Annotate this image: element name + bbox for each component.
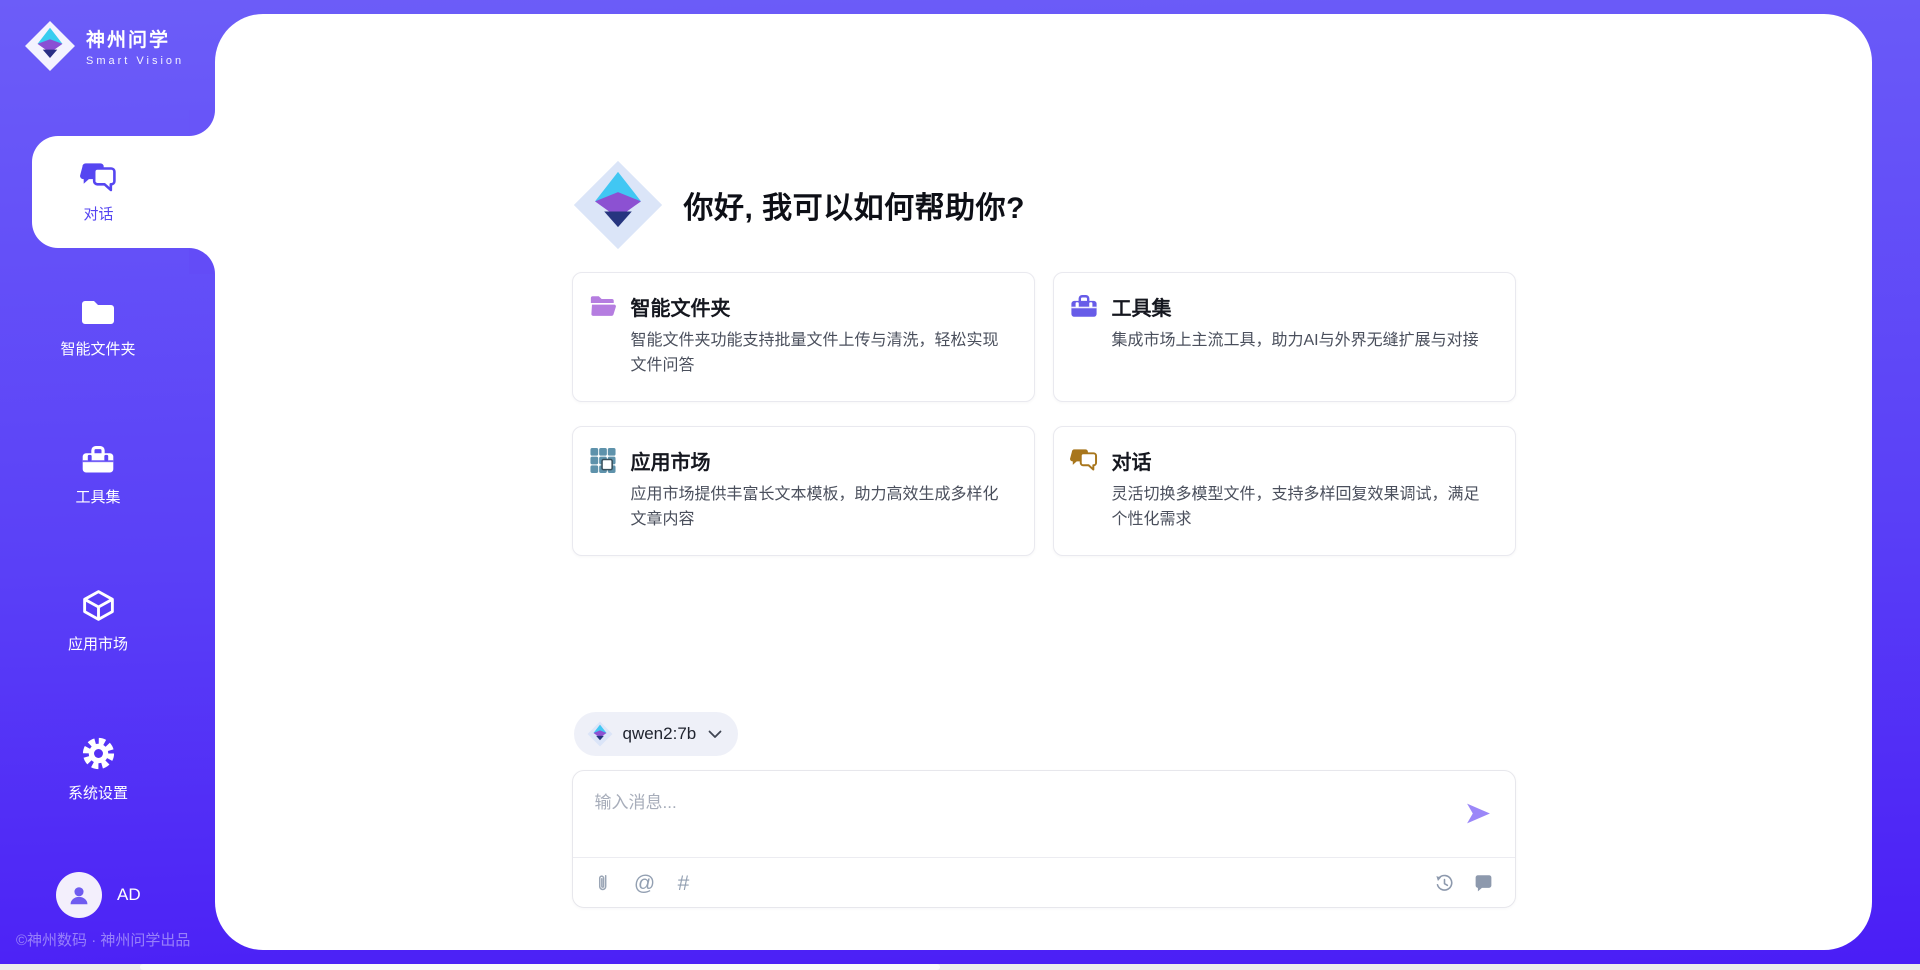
cube-icon bbox=[80, 589, 117, 623]
attachment-button[interactable] bbox=[595, 872, 617, 894]
message-icon bbox=[1473, 873, 1494, 894]
sidebar-item-label: 工具集 bbox=[75, 486, 120, 507]
copyright-text: ©神州数码 · 神州问学出品 bbox=[16, 929, 190, 950]
composer-toolbar: @ # bbox=[595, 858, 1495, 908]
card-smart-folder[interactable]: 智能文件夹 智能文件夹功能支持批量文件上传与清洗，轻松实现文件问答 bbox=[572, 272, 1035, 402]
send-icon bbox=[1465, 800, 1492, 827]
user-account[interactable]: AD bbox=[56, 872, 141, 918]
horizontal-scrollbar[interactable] bbox=[0, 964, 1920, 970]
card-description: 应用市场提供丰富长文本模板，助力高效生成多样化文章内容 bbox=[631, 483, 1012, 533]
hashtag-icon: # bbox=[678, 873, 690, 894]
message-input[interactable] bbox=[595, 788, 1435, 846]
card-chat[interactable]: 对话 灵活切换多模型文件，支持多样回复效果调试，满足个性化需求 bbox=[1053, 426, 1516, 556]
card-app-market[interactable]: 应用市场 应用市场提供丰富长文本模板，助力高效生成多样化文章内容 bbox=[572, 426, 1035, 556]
message-composer: @ # bbox=[572, 770, 1516, 908]
chat-bubbles-icon bbox=[80, 161, 117, 195]
feature-cards: 智能文件夹 智能文件夹功能支持批量文件上传与清洗，轻松实现文件问答 工具集 集成… bbox=[572, 272, 1516, 556]
card-description: 智能文件夹功能支持批量文件上传与清洗，轻松实现文件问答 bbox=[631, 329, 1012, 379]
blob-top-fillet bbox=[189, 110, 215, 136]
hashtag-button[interactable]: # bbox=[673, 872, 695, 894]
mention-button[interactable]: @ bbox=[634, 872, 656, 894]
card-title: 工具集 bbox=[1112, 292, 1172, 321]
model-selector[interactable]: qwen2:7b bbox=[574, 712, 739, 756]
app-name: 神州问学 bbox=[86, 25, 184, 52]
chevron-down-icon bbox=[708, 730, 722, 739]
sidebar-item-toolset[interactable]: 工具集 bbox=[0, 444, 196, 507]
paperclip-icon bbox=[595, 873, 616, 894]
sidebar-item-smart-folder[interactable]: 智能文件夹 bbox=[0, 296, 196, 359]
toolbox-icon bbox=[81, 444, 115, 476]
app-logo: 神州问学 Smart Vision bbox=[24, 20, 184, 72]
folder-icon bbox=[79, 296, 117, 328]
card-title: 对话 bbox=[1112, 446, 1152, 475]
sidebar-item-settings[interactable]: 系统设置 bbox=[0, 735, 196, 803]
scrollbar-thumb[interactable] bbox=[140, 964, 940, 970]
mention-icon: @ bbox=[634, 873, 655, 894]
history-button[interactable] bbox=[1434, 872, 1456, 894]
sidebar-item-label: 智能文件夹 bbox=[60, 338, 135, 359]
sidebar-item-label: 系统设置 bbox=[68, 782, 128, 803]
logo-diamond-icon bbox=[24, 20, 76, 72]
history-icon bbox=[1434, 873, 1455, 894]
logo-diamond-icon bbox=[572, 159, 664, 251]
chat-bubbles-icon bbox=[1070, 447, 1098, 474]
feedback-button[interactable] bbox=[1473, 872, 1495, 894]
card-description: 灵活切换多模型文件，支持多样回复效果调试，满足个性化需求 bbox=[1112, 483, 1493, 533]
toolbox-icon bbox=[1070, 293, 1098, 320]
sidebar-item-label: 对话 bbox=[83, 203, 113, 224]
blob-bottom-fillet bbox=[189, 248, 215, 274]
avatar bbox=[56, 872, 102, 918]
card-toolset[interactable]: 工具集 集成市场上主流工具，助力AI与外界无缝扩展与对接 bbox=[1053, 272, 1516, 402]
send-button[interactable] bbox=[1465, 800, 1492, 827]
card-title: 智能文件夹 bbox=[631, 292, 731, 321]
main-panel: 你好, 我可以如何帮助你? 智能文件夹 智能文件夹功能支持批量文件上传与清洗，轻… bbox=[215, 14, 1872, 950]
sidebar-item-chat[interactable]: 对话 bbox=[32, 136, 215, 248]
model-name: qwen2:7b bbox=[623, 724, 697, 744]
person-icon bbox=[66, 882, 92, 908]
greeting-row: 你好, 我可以如何帮助你? bbox=[572, 14, 1516, 250]
greeting-title: 你好, 我可以如何帮助你? bbox=[684, 183, 1026, 227]
logo-diamond-icon bbox=[587, 721, 613, 747]
user-initials: AD bbox=[117, 885, 141, 905]
sidebar-item-app-market[interactable]: 应用市场 bbox=[0, 589, 196, 654]
sidebar-item-label: 应用市场 bbox=[68, 633, 128, 654]
app-grid-icon bbox=[589, 447, 617, 474]
gear-icon bbox=[80, 735, 117, 772]
app-subtitle: Smart Vision bbox=[86, 55, 184, 67]
card-title: 应用市场 bbox=[631, 446, 711, 475]
card-description: 集成市场上主流工具，助力AI与外界无缝扩展与对接 bbox=[1112, 329, 1493, 354]
sidebar: 神州问学 Smart Vision 对话 智能文件夹 工具集 bbox=[0, 0, 215, 970]
folder-open-icon bbox=[589, 293, 617, 320]
